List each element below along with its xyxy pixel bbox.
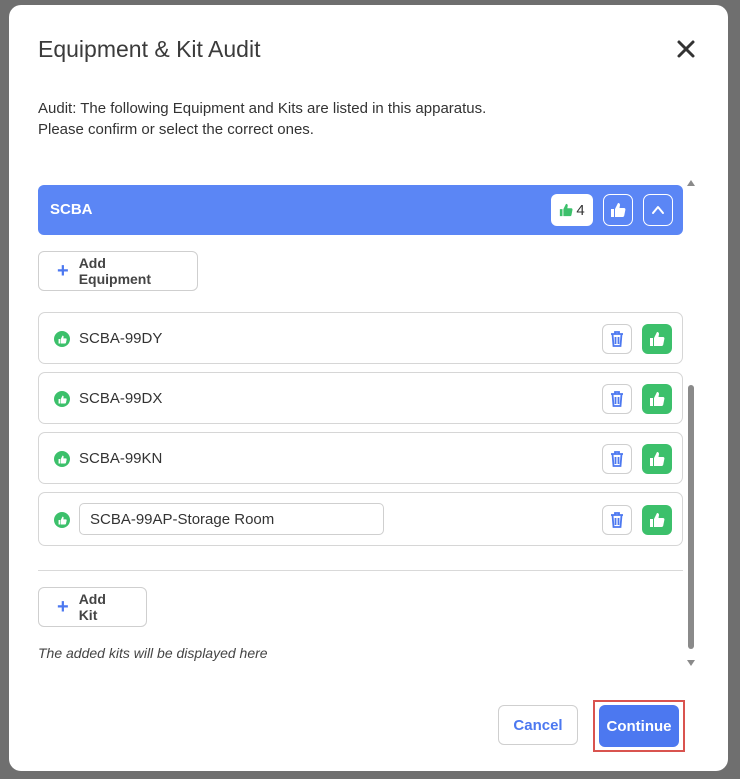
category-name: SCBA	[50, 201, 93, 218]
modal-title: Equipment & Kit Audit	[38, 36, 261, 62]
section-divider	[38, 570, 683, 571]
kits-placeholder-text: The added kits will be displayed here	[38, 645, 268, 661]
plus-icon: +	[57, 260, 69, 282]
approved-status-icon	[54, 331, 70, 347]
approved-status-icon	[54, 451, 70, 467]
intro-line-2: Please confirm or select the correct one…	[38, 121, 314, 138]
audit-instructions: Audit: The following Equipment and Kits …	[38, 98, 486, 140]
equipment-row	[38, 492, 683, 546]
approved-status-icon	[54, 512, 70, 528]
thumbs-up-icon	[650, 452, 665, 466]
trash-icon	[611, 331, 623, 347]
thumbs-up-icon	[611, 203, 626, 217]
approve-equipment-button[interactable]	[642, 324, 672, 354]
equipment-name: SCBA-99DX	[79, 390, 163, 407]
delete-equipment-button[interactable]	[602, 384, 632, 414]
thumbs-up-icon	[560, 203, 573, 217]
delete-equipment-button[interactable]	[602, 505, 632, 535]
category-header-scba[interactable]: SCBA 4	[38, 185, 683, 235]
scrollbar[interactable]	[685, 177, 697, 669]
approved-count-badge: 4	[551, 194, 593, 226]
equipment-row: SCBA-99DY	[38, 312, 683, 364]
scroll-down-icon[interactable]	[687, 660, 695, 666]
approve-equipment-button[interactable]	[642, 505, 672, 535]
approved-count: 4	[576, 201, 585, 219]
thumbs-up-icon	[650, 332, 665, 346]
add-equipment-label: Add Equipment	[78, 255, 152, 287]
close-icon[interactable]	[676, 39, 696, 59]
continue-button[interactable]: Continue	[599, 705, 679, 747]
approved-status-icon	[54, 391, 70, 407]
thumbs-up-icon	[650, 392, 665, 406]
scroll-thumb[interactable]	[688, 385, 694, 649]
collapse-button[interactable]	[643, 194, 673, 226]
trash-icon	[611, 451, 623, 467]
equipment-row: SCBA-99DX	[38, 372, 683, 424]
scroll-up-icon[interactable]	[687, 180, 695, 186]
intro-line-1: Audit: The following Equipment and Kits …	[38, 100, 487, 117]
delete-equipment-button[interactable]	[602, 324, 632, 354]
audit-list: SCBA 4 + Add Equipment SCBA-99DY SCBA-99…	[38, 185, 683, 665]
trash-icon	[611, 391, 623, 407]
add-kit-label: Add Kit	[78, 591, 106, 623]
continue-highlight: Continue	[593, 700, 685, 752]
equipment-row: SCBA-99KN	[38, 432, 683, 484]
cancel-button[interactable]: Cancel	[498, 705, 578, 745]
approve-equipment-button[interactable]	[642, 444, 672, 474]
add-kit-button[interactable]: + Add Kit	[38, 587, 147, 627]
equipment-name-input[interactable]	[79, 503, 384, 535]
approve-all-button[interactable]	[603, 194, 633, 226]
thumbs-up-icon	[650, 513, 665, 527]
chevron-up-icon	[652, 206, 664, 214]
audit-modal: Equipment & Kit Audit Audit: The followi…	[9, 5, 728, 771]
delete-equipment-button[interactable]	[602, 444, 632, 474]
approve-equipment-button[interactable]	[642, 384, 672, 414]
add-equipment-button[interactable]: + Add Equipment	[38, 251, 198, 291]
plus-icon: +	[57, 596, 69, 618]
trash-icon	[611, 512, 623, 528]
equipment-name: SCBA-99KN	[79, 450, 163, 467]
equipment-name: SCBA-99DY	[79, 330, 163, 347]
